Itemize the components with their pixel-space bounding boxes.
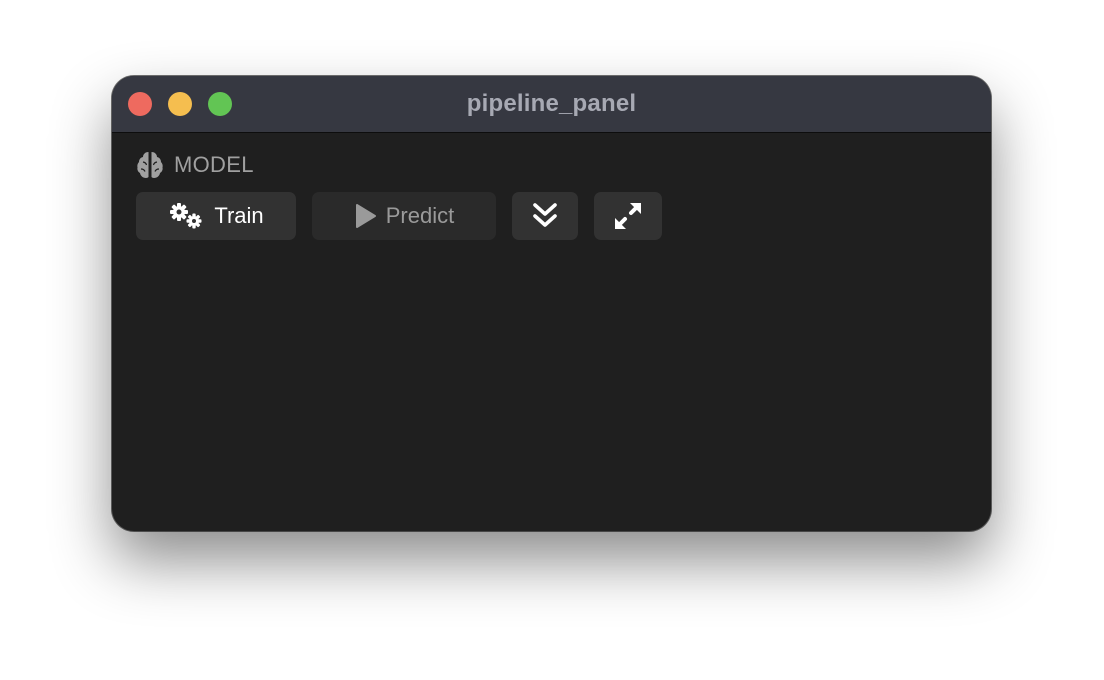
play-icon <box>354 203 378 229</box>
app-window: pipeline_panel MODEL Train Predict <box>112 76 991 531</box>
double-chevron-down-icon <box>532 202 558 230</box>
predict-button-label: Predict <box>385 203 455 228</box>
expand-button[interactable] <box>594 192 662 240</box>
collapse-button[interactable] <box>512 192 578 240</box>
gears-icon <box>168 202 204 230</box>
panel-content: MODEL Train Predict <box>112 133 991 531</box>
brain-icon <box>136 150 164 180</box>
title-bar[interactable]: pipeline_panel <box>112 76 991 133</box>
window-title: pipeline_panel <box>466 90 637 117</box>
section-header: MODEL <box>136 149 254 181</box>
section-label: MODEL <box>174 152 254 177</box>
train-button[interactable]: Train <box>136 192 296 240</box>
predict-button[interactable]: Predict <box>312 192 496 240</box>
train-button-label: Train <box>214 203 264 228</box>
expand-arrows-icon <box>613 201 643 231</box>
